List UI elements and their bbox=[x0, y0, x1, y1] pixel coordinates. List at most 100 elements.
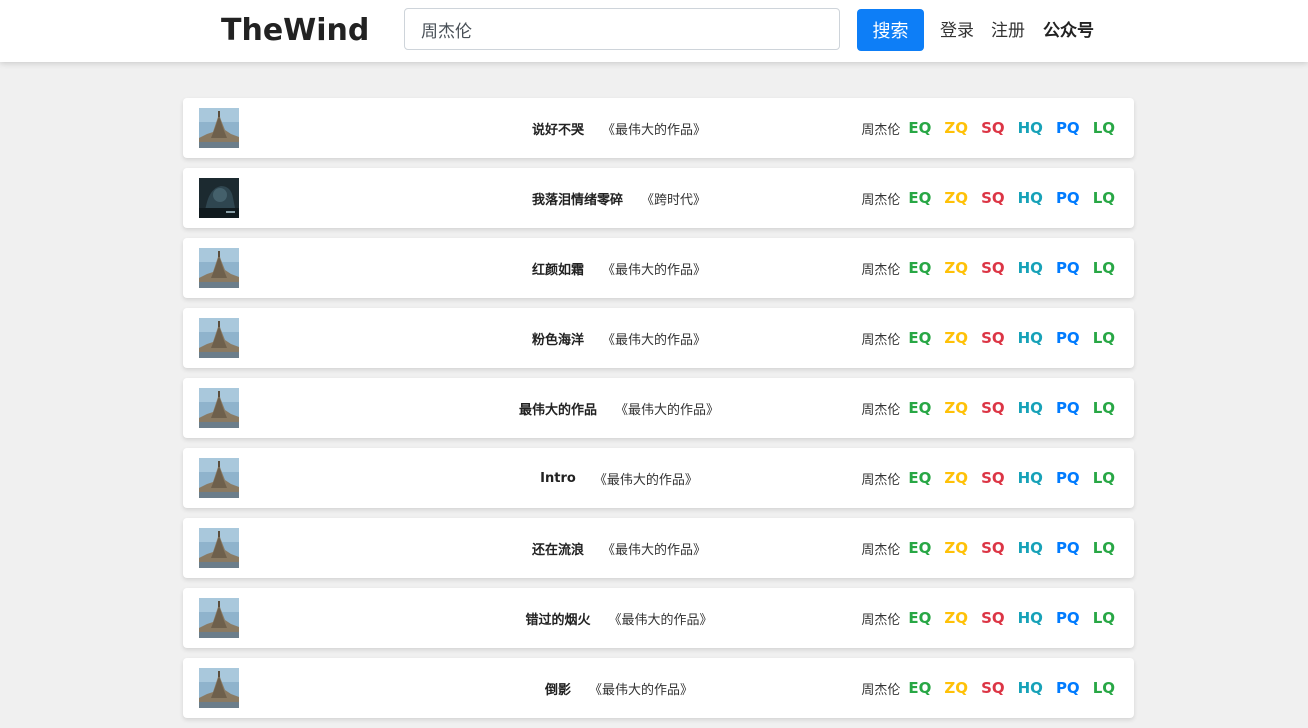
quality-lq-link[interactable]: LQ bbox=[1093, 469, 1115, 487]
download-group: 周杰伦 EQ ZQ SQ HQ PQ LQ bbox=[861, 98, 1115, 158]
quality-hq-link[interactable]: HQ bbox=[1018, 259, 1043, 277]
quality-zq-link[interactable]: ZQ bbox=[944, 539, 968, 557]
artist-name: 周杰伦 bbox=[861, 262, 901, 278]
quality-zq-link[interactable]: ZQ bbox=[944, 189, 968, 207]
search-input[interactable] bbox=[404, 8, 840, 50]
album-name: 《最伟大的作品》 bbox=[602, 262, 707, 278]
castle-cover-icon bbox=[199, 458, 239, 498]
quality-hq-link[interactable]: HQ bbox=[1018, 679, 1043, 697]
song-row[interactable]: 粉色海洋 《最伟大的作品》 周杰伦 EQ ZQ SQ HQ PQ LQ bbox=[183, 308, 1134, 368]
song-title[interactable]: 我落泪情绪零碎 bbox=[532, 189, 623, 208]
quality-sq-link[interactable]: SQ bbox=[981, 189, 1005, 207]
song-row[interactable]: Intro 《最伟大的作品》 周杰伦 EQ ZQ SQ HQ PQ LQ bbox=[183, 448, 1134, 508]
quality-pq-link[interactable]: PQ bbox=[1056, 469, 1080, 487]
quality-eq-link[interactable]: EQ bbox=[908, 539, 931, 557]
quality-sq-link[interactable]: SQ bbox=[981, 259, 1005, 277]
song-title[interactable]: 最伟大的作品 bbox=[519, 399, 597, 418]
quality-sq-link[interactable]: SQ bbox=[981, 609, 1005, 627]
download-group: 周杰伦 EQ ZQ SQ HQ PQ LQ bbox=[861, 238, 1115, 298]
quality-sq-link[interactable]: SQ bbox=[981, 329, 1005, 347]
quality-sq-link[interactable]: SQ bbox=[981, 539, 1005, 557]
quality-hq-link[interactable]: HQ bbox=[1018, 469, 1043, 487]
quality-lq-link[interactable]: LQ bbox=[1093, 189, 1115, 207]
quality-eq-link[interactable]: EQ bbox=[908, 399, 931, 417]
song-title[interactable]: 粉色海洋 bbox=[532, 329, 584, 348]
quality-eq-link[interactable]: EQ bbox=[908, 329, 931, 347]
quality-zq-link[interactable]: ZQ bbox=[944, 399, 968, 417]
download-group: 周杰伦 EQ ZQ SQ HQ PQ LQ bbox=[861, 588, 1115, 648]
song-row[interactable]: 倒影 《最伟大的作品》 周杰伦 EQ ZQ SQ HQ PQ LQ bbox=[183, 658, 1134, 718]
artist-name: 周杰伦 bbox=[861, 332, 901, 348]
song-title[interactable]: 倒影 bbox=[545, 679, 571, 698]
official-account-link[interactable]: 公众号 bbox=[1043, 19, 1094, 43]
quality-lq-link[interactable]: LQ bbox=[1093, 259, 1115, 277]
quality-pq-link[interactable]: PQ bbox=[1056, 679, 1080, 697]
castle-cover-icon bbox=[199, 598, 239, 638]
song-title[interactable]: 错过的烟火 bbox=[525, 609, 590, 628]
download-group: 周杰伦 EQ ZQ SQ HQ PQ LQ bbox=[861, 658, 1115, 718]
castle-cover-icon bbox=[199, 388, 239, 428]
quality-lq-link[interactable]: LQ bbox=[1093, 679, 1115, 697]
song-title[interactable]: 还在流浪 bbox=[532, 539, 584, 558]
download-group: 周杰伦 EQ ZQ SQ HQ PQ LQ bbox=[861, 518, 1115, 578]
quality-eq-link[interactable]: EQ bbox=[908, 609, 931, 627]
quality-lq-link[interactable]: LQ bbox=[1093, 609, 1115, 627]
song-title[interactable]: Intro bbox=[540, 471, 576, 486]
download-group: 周杰伦 EQ ZQ SQ HQ PQ LQ bbox=[861, 378, 1115, 438]
top-navbar: TheWind 搜索 登录 注册 公众号 bbox=[0, 0, 1308, 62]
quality-zq-link[interactable]: ZQ bbox=[944, 259, 968, 277]
quality-lq-link[interactable]: LQ bbox=[1093, 399, 1115, 417]
search-button[interactable]: 搜索 bbox=[857, 9, 924, 51]
artist-name: 周杰伦 bbox=[861, 612, 901, 628]
quality-hq-link[interactable]: HQ bbox=[1018, 609, 1043, 627]
album-name: 《最伟大的作品》 bbox=[593, 472, 698, 488]
song-row[interactable]: 我落泪情绪零碎 《跨时代》 周杰伦 EQ ZQ SQ HQ PQ LQ bbox=[183, 168, 1134, 228]
quality-pq-link[interactable]: PQ bbox=[1056, 119, 1080, 137]
quality-lq-link[interactable]: LQ bbox=[1093, 539, 1115, 557]
song-row[interactable]: 最伟大的作品 《最伟大的作品》 周杰伦 EQ ZQ SQ HQ PQ LQ bbox=[183, 378, 1134, 438]
quality-zq-link[interactable]: ZQ bbox=[944, 329, 968, 347]
artist-name: 周杰伦 bbox=[861, 122, 901, 138]
song-row[interactable]: 红颜如霜 《最伟大的作品》 周杰伦 EQ ZQ SQ HQ PQ LQ bbox=[183, 238, 1134, 298]
album-name: 《最伟大的作品》 bbox=[589, 682, 694, 698]
quality-pq-link[interactable]: PQ bbox=[1056, 189, 1080, 207]
song-title[interactable]: 红颜如霜 bbox=[532, 259, 584, 278]
quality-eq-link[interactable]: EQ bbox=[908, 469, 931, 487]
login-link[interactable]: 登录 bbox=[940, 19, 974, 43]
quality-pq-link[interactable]: PQ bbox=[1056, 329, 1080, 347]
download-group: 周杰伦 EQ ZQ SQ HQ PQ LQ bbox=[861, 168, 1115, 228]
song-row[interactable]: 说好不哭 《最伟大的作品》 周杰伦 EQ ZQ SQ HQ PQ LQ bbox=[183, 98, 1134, 158]
castle-cover-icon bbox=[199, 318, 239, 358]
quality-lq-link[interactable]: LQ bbox=[1093, 119, 1115, 137]
song-row[interactable]: 错过的烟火 《最伟大的作品》 周杰伦 EQ ZQ SQ HQ PQ LQ bbox=[183, 588, 1134, 648]
quality-hq-link[interactable]: HQ bbox=[1018, 329, 1043, 347]
song-row[interactable]: 还在流浪 《最伟大的作品》 周杰伦 EQ ZQ SQ HQ PQ LQ bbox=[183, 518, 1134, 578]
quality-hq-link[interactable]: HQ bbox=[1018, 189, 1043, 207]
quality-hq-link[interactable]: HQ bbox=[1018, 119, 1043, 137]
artist-name: 周杰伦 bbox=[861, 542, 901, 558]
quality-eq-link[interactable]: EQ bbox=[908, 259, 931, 277]
quality-zq-link[interactable]: ZQ bbox=[944, 679, 968, 697]
quality-pq-link[interactable]: PQ bbox=[1056, 399, 1080, 417]
site-logo[interactable]: TheWind bbox=[221, 12, 369, 50]
quality-pq-link[interactable]: PQ bbox=[1056, 259, 1080, 277]
quality-sq-link[interactable]: SQ bbox=[981, 119, 1005, 137]
quality-zq-link[interactable]: ZQ bbox=[944, 469, 968, 487]
album-name: 《最伟大的作品》 bbox=[602, 542, 707, 558]
quality-pq-link[interactable]: PQ bbox=[1056, 609, 1080, 627]
quality-eq-link[interactable]: EQ bbox=[908, 679, 931, 697]
quality-zq-link[interactable]: ZQ bbox=[944, 609, 968, 627]
quality-eq-link[interactable]: EQ bbox=[908, 119, 931, 137]
quality-lq-link[interactable]: LQ bbox=[1093, 329, 1115, 347]
album-name: 《最伟大的作品》 bbox=[602, 122, 707, 138]
quality-sq-link[interactable]: SQ bbox=[981, 469, 1005, 487]
quality-zq-link[interactable]: ZQ bbox=[944, 119, 968, 137]
quality-sq-link[interactable]: SQ bbox=[981, 399, 1005, 417]
quality-pq-link[interactable]: PQ bbox=[1056, 539, 1080, 557]
song-title[interactable]: 说好不哭 bbox=[532, 119, 584, 138]
quality-sq-link[interactable]: SQ bbox=[981, 679, 1005, 697]
register-link[interactable]: 注册 bbox=[991, 19, 1025, 43]
quality-eq-link[interactable]: EQ bbox=[908, 189, 931, 207]
quality-hq-link[interactable]: HQ bbox=[1018, 539, 1043, 557]
quality-hq-link[interactable]: HQ bbox=[1018, 399, 1043, 417]
